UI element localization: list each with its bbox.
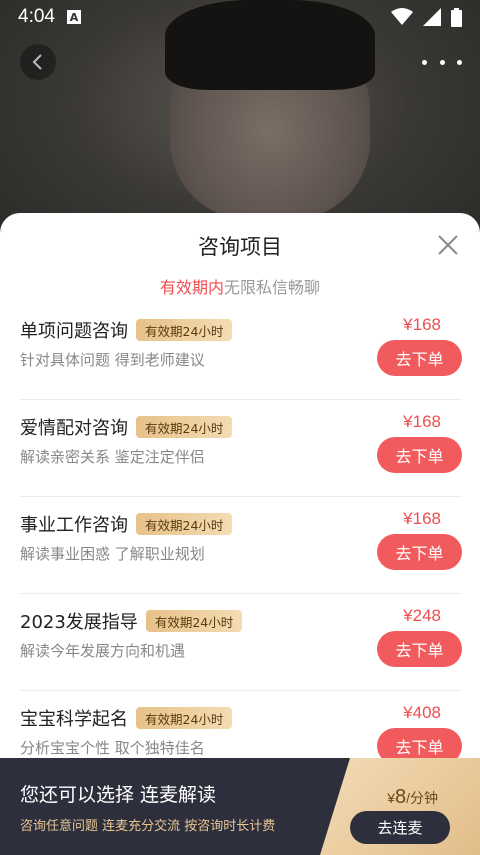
- lianmai-title: 您还可以选择 连麦解读: [20, 784, 217, 806]
- item-name: 2023发展指导: [20, 612, 138, 633]
- item-name: 事业工作咨询: [20, 515, 128, 536]
- order-button[interactable]: 去下单: [377, 437, 462, 473]
- price-unit: /分钟: [406, 790, 438, 806]
- lianmai-button[interactable]: 去连麦: [350, 811, 450, 844]
- item-name-row: 宝宝科学起名 有效期24小时: [20, 705, 233, 731]
- more-dot: [457, 59, 462, 65]
- item-name: 单项问题咨询: [20, 321, 128, 342]
- consult-item: 事业工作咨询 有效期24小时 解读事业困惑 了解职业规划 ¥168 去下单: [20, 497, 462, 594]
- chevron-left-icon: [32, 54, 42, 70]
- back-button[interactable]: [20, 44, 56, 80]
- a-icon: A: [66, 10, 81, 24]
- sheet-subtitle: 有效期内无限私信畅聊: [0, 274, 480, 298]
- item-description: 解读亲密关系 鉴定注定伴侣: [20, 448, 205, 466]
- item-name-row: 2023发展指导 有效期24小时: [20, 608, 243, 634]
- status-icons: [391, 7, 462, 27]
- item-name: 宝宝科学起名: [20, 709, 128, 730]
- price-symbol: ¥: [387, 790, 395, 806]
- subtitle-rest: 无限私信畅聊: [224, 278, 321, 297]
- close-icon[interactable]: [436, 233, 460, 257]
- validity-badge: 有效期24小时: [136, 707, 233, 729]
- validity-badge: 有效期24小时: [145, 610, 243, 632]
- item-price: ¥168: [403, 412, 441, 431]
- item-price: ¥168: [403, 509, 441, 528]
- item-price: ¥248: [403, 606, 441, 625]
- consult-item: 2023发展指导 有效期24小时 解读今年发展方向和机遇 ¥248 去下单: [20, 594, 462, 691]
- order-button[interactable]: 去下单: [377, 631, 462, 667]
- item-description: 解读事业困惑 了解职业规划: [20, 545, 205, 563]
- more-button[interactable]: [422, 52, 462, 72]
- consult-item: 单项问题咨询 有效期24小时 针对具体问题 得到老师建议 ¥168 去下单: [20, 303, 462, 400]
- status-time: 4:04: [18, 6, 55, 27]
- validity-badge: 有效期24小时: [136, 416, 233, 438]
- lianmai-bar: 您还可以选择 连麦解读 咨询任意问题 连麦充分交流 按咨询时长计费 ¥8/分钟 …: [0, 758, 480, 855]
- sheet-title: 咨询项目: [198, 235, 282, 259]
- consult-item-list: 单项问题咨询 有效期24小时 针对具体问题 得到老师建议 ¥168 去下单 爱情…: [20, 303, 462, 788]
- more-dot: [439, 59, 445, 65]
- validity-badge: 有效期24小时: [136, 319, 233, 341]
- item-price: ¥408: [403, 703, 441, 722]
- price-value: 8: [394, 786, 407, 808]
- status-bar: 4:04 A: [0, 0, 480, 34]
- order-button[interactable]: 去下单: [377, 340, 462, 376]
- item-name: 爱情配对咨询: [20, 418, 128, 439]
- subtitle-highlight: 有效期内: [159, 278, 224, 297]
- item-name-row: 事业工作咨询 有效期24小时: [20, 511, 233, 537]
- item-description: 解读今年发展方向和机遇: [20, 642, 186, 660]
- order-button[interactable]: 去下单: [377, 534, 462, 570]
- item-name-row: 爱情配对咨询 有效期24小时: [20, 414, 233, 440]
- wifi-icon: [391, 8, 413, 25]
- item-description: 分析宝宝个性 取个独特佳名: [20, 739, 205, 757]
- more-dot: [422, 59, 427, 65]
- lianmai-price: ¥8/分钟: [387, 786, 438, 809]
- lianmai-description: 咨询任意问题 连麦充分交流 按咨询时长计费: [20, 819, 276, 834]
- validity-badge: 有效期24小时: [136, 513, 233, 535]
- item-description: 针对具体问题 得到老师建议: [20, 351, 205, 369]
- signal-icon: [423, 8, 441, 26]
- battery-icon: [451, 7, 462, 27]
- item-price: ¥168: [403, 315, 441, 334]
- consult-item: 爱情配对咨询 有效期24小时 解读亲密关系 鉴定注定伴侣 ¥168 去下单: [20, 400, 462, 497]
- item-name-row: 单项问题咨询 有效期24小时: [20, 317, 233, 343]
